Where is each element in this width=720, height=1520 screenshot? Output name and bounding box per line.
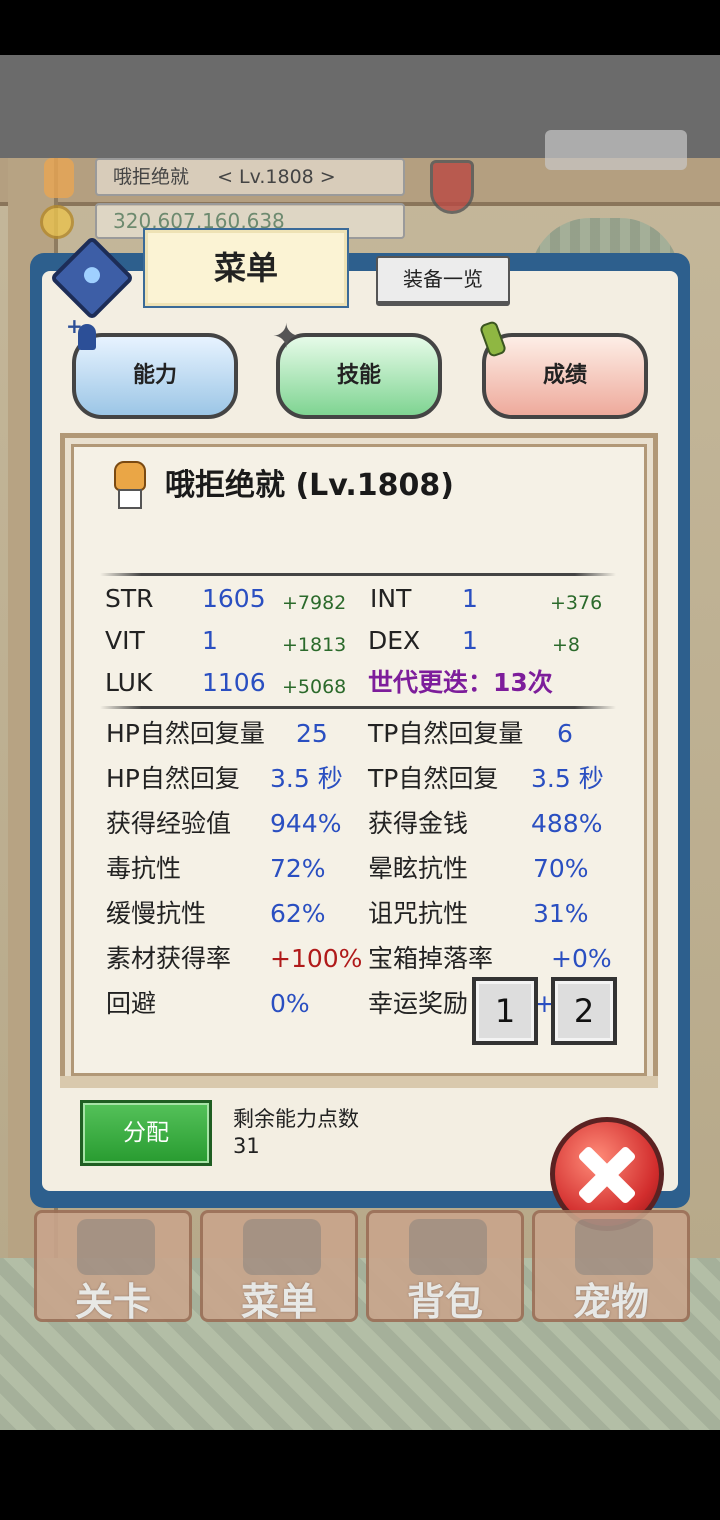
detail-value: 488% bbox=[531, 809, 603, 838]
remaining-points-value: 31 bbox=[233, 1134, 260, 1158]
int-bonus: +376 bbox=[550, 592, 603, 614]
coin-icon bbox=[40, 205, 74, 239]
nav-pet[interactable]: 宠物 bbox=[532, 1210, 690, 1324]
menu-tab-title: 菜单 bbox=[143, 228, 349, 308]
equipment-list-button[interactable]: 装备一览 bbox=[376, 256, 510, 306]
divider bbox=[100, 573, 616, 576]
nav-stage-label: 关卡 bbox=[74, 1280, 151, 1324]
detail-label: 回避 bbox=[106, 989, 157, 1018]
status-bar bbox=[0, 0, 720, 55]
detail-value: 62% bbox=[270, 899, 326, 928]
swords-icon bbox=[77, 1219, 155, 1275]
assign-button[interactable]: 分配 bbox=[80, 1100, 212, 1166]
generation-count: 世代更迭：13次 bbox=[368, 668, 553, 697]
detail-value: 944% bbox=[270, 809, 342, 838]
detail-value: 25 bbox=[296, 719, 328, 748]
dex-value: 1 bbox=[462, 626, 478, 655]
pet-icon bbox=[575, 1219, 653, 1275]
detail-label: 获得经验值 bbox=[106, 809, 232, 838]
str-value: 1605 bbox=[202, 584, 266, 613]
dex-label: DEX bbox=[368, 626, 421, 655]
detail-value: +100% bbox=[270, 944, 363, 973]
detail-label: 获得金钱 bbox=[368, 809, 469, 838]
page-2-button[interactable]: 2 bbox=[551, 977, 617, 1045]
shield-icon[interactable] bbox=[430, 160, 474, 214]
detail-label: TP自然回复 bbox=[368, 764, 499, 793]
divider bbox=[100, 706, 616, 709]
page-1-button[interactable]: 1 bbox=[472, 977, 538, 1045]
vit-value: 1 bbox=[202, 626, 218, 655]
book-icon bbox=[243, 1219, 321, 1275]
vit-bonus: +1813 bbox=[282, 634, 347, 656]
detail-value: 72% bbox=[270, 854, 326, 883]
player-avatar-icon bbox=[44, 158, 74, 198]
str-bonus: +7982 bbox=[282, 592, 347, 614]
dex-bonus: +8 bbox=[552, 634, 581, 656]
luk-label: LUK bbox=[105, 668, 153, 697]
detail-value: +0% bbox=[551, 944, 612, 973]
luk-value: 1106 bbox=[202, 668, 266, 697]
nav-bag-label: 背包 bbox=[406, 1280, 483, 1324]
get-reward-button[interactable] bbox=[545, 130, 687, 170]
nav-bag[interactable]: 背包 bbox=[366, 1210, 524, 1324]
luk-bonus: +5068 bbox=[282, 676, 347, 698]
detail-label: 毒抗性 bbox=[106, 854, 182, 883]
detail-value: 3.5 秒 bbox=[531, 764, 604, 793]
detail-label: 缓慢抗性 bbox=[106, 899, 207, 928]
detail-label: 幸运奖励 bbox=[368, 989, 469, 1018]
character-avatar-icon bbox=[112, 461, 148, 511]
tab-achievement[interactable]: 成绩 bbox=[482, 333, 648, 419]
detail-label: TP自然回复量 bbox=[368, 719, 524, 748]
vit-label: VIT bbox=[105, 626, 145, 655]
detail-label: HP自然回复 bbox=[106, 764, 240, 793]
detail-label: 素材获得率 bbox=[106, 944, 232, 973]
str-label: STR bbox=[105, 584, 154, 613]
int-value: 1 bbox=[462, 584, 478, 613]
nav-menu[interactable]: 菜单 bbox=[200, 1210, 358, 1324]
sparkle-icon: ✦ bbox=[272, 317, 301, 357]
detail-label: HP自然回复量 bbox=[106, 719, 265, 748]
detail-value: 70% bbox=[533, 854, 589, 883]
detail-value: 3.5 秒 bbox=[270, 764, 343, 793]
detail-value: 0% bbox=[270, 989, 310, 1018]
detail-label: 宝箱掉落率 bbox=[368, 944, 494, 973]
parchment-bottom-edge bbox=[60, 1076, 658, 1088]
int-label: INT bbox=[370, 584, 412, 613]
system-nav-bar bbox=[0, 1430, 720, 1520]
character-name: 哦拒绝就 (Lv.1808) bbox=[165, 468, 454, 503]
remaining-points-label: 剩余能力点数 bbox=[233, 1107, 359, 1131]
avatar-hair bbox=[114, 461, 146, 491]
backpack-icon bbox=[409, 1219, 487, 1275]
detail-value: 6 bbox=[557, 719, 573, 748]
add-person-icon bbox=[66, 314, 100, 352]
detail-label: 晕眩抗性 bbox=[368, 854, 469, 883]
player-name-bar: 哦拒绝就 < Lv.1808 > bbox=[95, 158, 405, 196]
player-level: < Lv.1808 > bbox=[217, 166, 336, 188]
nav-stage[interactable]: 关卡 bbox=[34, 1210, 192, 1324]
detail-label: 诅咒抗性 bbox=[368, 899, 469, 928]
player-name: 哦拒绝就 bbox=[113, 166, 190, 188]
detail-value: 31% bbox=[533, 899, 589, 928]
avatar-body bbox=[118, 489, 142, 509]
nav-pet-label: 宠物 bbox=[572, 1280, 649, 1324]
nav-menu-label: 菜单 bbox=[240, 1280, 317, 1324]
